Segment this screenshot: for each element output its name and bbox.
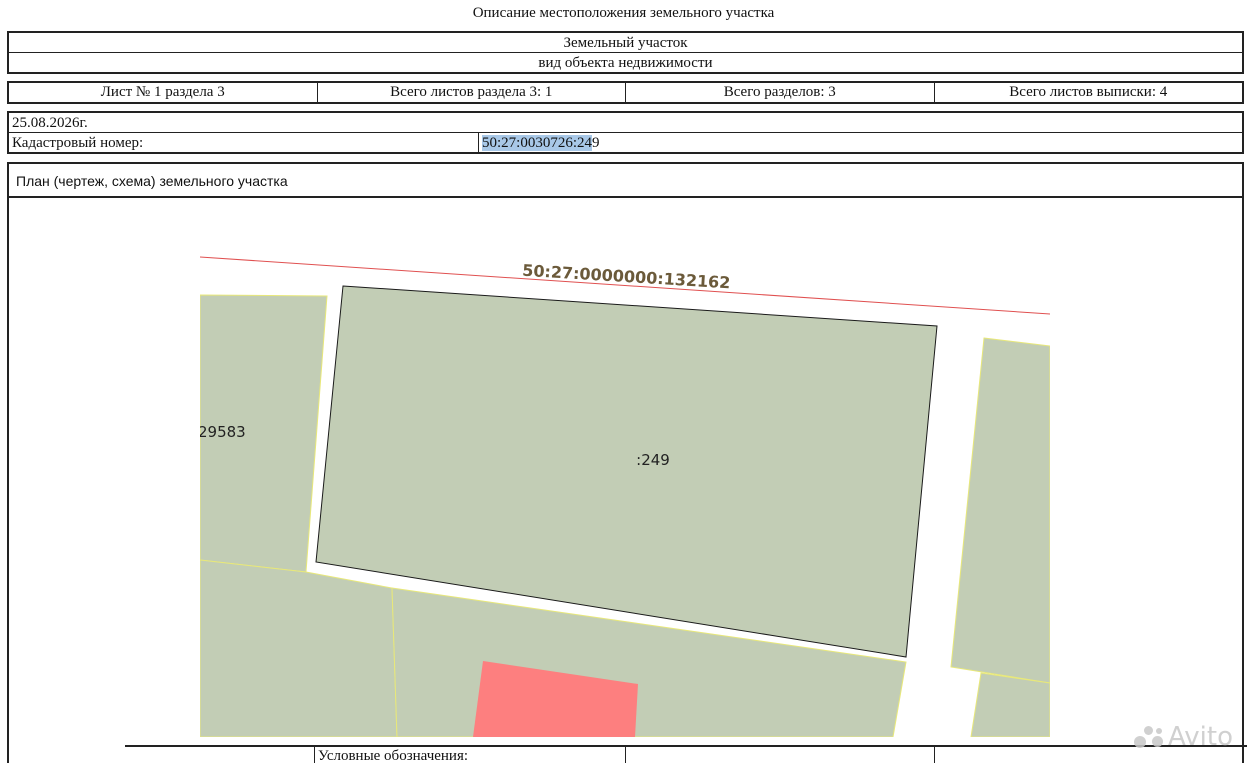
cadastral-separator xyxy=(478,132,479,153)
document-title: Описание местоположения земельного участ… xyxy=(472,5,775,21)
avito-watermark-text: Avito xyxy=(1168,722,1233,752)
object-type-label: вид объекта недвижимости xyxy=(538,55,713,71)
plan-title: План (чертеж, схема) земельного участка xyxy=(9,164,1242,198)
sheets-total: Всего листов выписки: 4 xyxy=(1009,84,1168,100)
details-block: 25.08.2026г. Кадастровый номер: 50:27:00… xyxy=(7,111,1244,154)
right-lower-parcel[interactable] xyxy=(970,672,1050,737)
extract-date: 25.08.2026г. xyxy=(12,115,88,131)
main-parcel-label: :249 xyxy=(636,451,670,469)
cadastral-number-value[interactable]: 50:27:0030726:249 xyxy=(482,134,600,153)
object-divider xyxy=(9,52,1242,53)
object-name: Земельный участок xyxy=(563,35,688,51)
legend-separator-2 xyxy=(625,747,626,763)
cadastral-number-tail[interactable]: 9 xyxy=(592,135,600,151)
legend-separator-1 xyxy=(314,747,315,763)
legend-row: Условные обозначения: xyxy=(125,745,1247,763)
lower-left-parcel[interactable] xyxy=(200,559,398,737)
sheets-in-section: Всего листов раздела 3: 1 xyxy=(318,83,626,102)
avito-logo-icon xyxy=(1134,724,1164,750)
cadastral-number-label: Кадастровый номер: xyxy=(12,135,144,151)
cadastral-number-selection[interactable]: 50:27:0030726:24 xyxy=(482,135,593,151)
sheet-number: Лист № 1 раздела 3 xyxy=(9,83,318,102)
avito-watermark: Avito xyxy=(1134,722,1233,752)
details-divider xyxy=(9,132,1242,133)
sections-total: Всего разделов: 3 xyxy=(626,83,935,102)
sheet-info-row: Лист № 1 раздела 3 Всего листов раздела … xyxy=(7,81,1244,104)
left-parcel-label: 29583 xyxy=(198,423,246,441)
legend-separator-3 xyxy=(934,747,935,763)
legend-label: Условные обозначения: xyxy=(318,748,469,763)
object-block: Земельный участок вид объекта недвижимос… xyxy=(7,31,1244,74)
